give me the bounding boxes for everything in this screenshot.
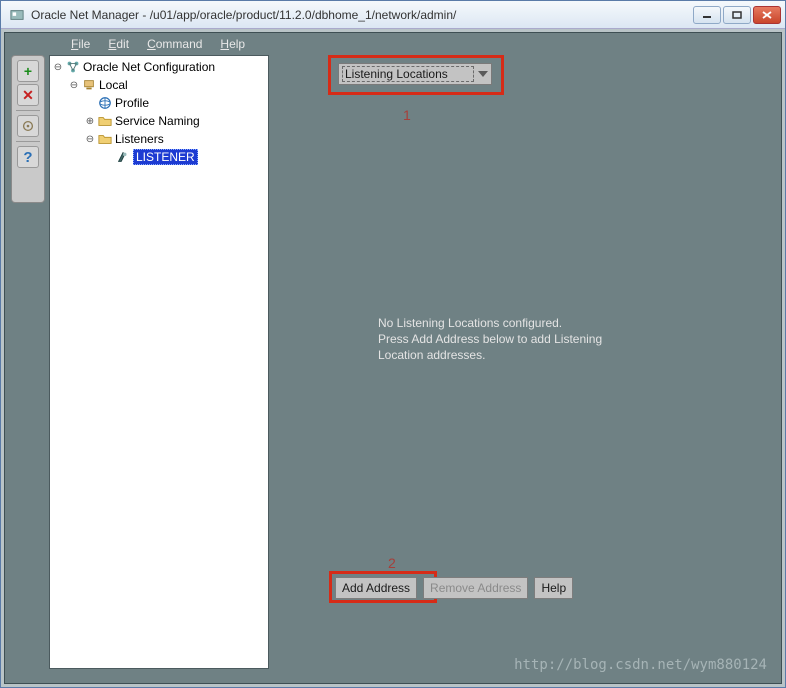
folder-icon (97, 131, 113, 147)
server-icon (81, 77, 97, 93)
window-controls (693, 6, 781, 24)
expand-icon[interactable]: ⊖ (52, 62, 64, 73)
tree-root-label: Oracle Net Configuration (83, 60, 215, 74)
globe-icon (97, 95, 113, 111)
close-button[interactable] (753, 6, 781, 24)
expand-icon[interactable]: ⊖ (68, 80, 80, 91)
tree-service-naming-label: Service Naming (115, 114, 200, 128)
tree-local[interactable]: ⊖ Local (52, 76, 266, 94)
delete-button[interactable]: ✕ (17, 84, 39, 106)
maximize-button[interactable] (723, 6, 751, 24)
detail-panel: Listening Locations 1 No Listening Locat… (273, 55, 781, 683)
listener-icon (115, 149, 131, 165)
add-button[interactable]: + (17, 60, 39, 82)
window-title: Oracle Net Manager - /u01/app/oracle/pro… (31, 8, 693, 22)
status-line-3: Location addresses. (378, 347, 602, 363)
status-text: No Listening Locations configured. Press… (378, 315, 602, 363)
dropdown-selected: Listening Locations (342, 66, 474, 82)
app-icon (9, 7, 25, 23)
tree-listener-item-label: LISTENER (133, 149, 198, 165)
client-area: File Edit Command Help + ✕ ? (4, 32, 782, 684)
inner-frame: File Edit Command Help + ✕ ? (1, 29, 785, 687)
watermark: http://blog.csdn.net/wym880124 (514, 657, 767, 673)
chevron-down-icon (478, 71, 488, 77)
config-tree[interactable]: ⊖ Oracle Net Configuration ⊖ Local (50, 56, 268, 168)
menu-file[interactable]: File (63, 35, 98, 53)
menu-help[interactable]: Help (212, 35, 253, 53)
remove-address-button: Remove Address (423, 577, 528, 599)
annotation-label-1: 1 (403, 107, 411, 123)
section-dropdown[interactable]: Listening Locations (338, 63, 492, 85)
annotation-label-2: 2 (388, 555, 396, 571)
toolbar-separator (16, 110, 40, 111)
tree-listeners-label: Listeners (115, 132, 164, 146)
section-selector-wrap: Listening Locations (338, 63, 492, 85)
network-icon (65, 59, 81, 75)
tree-listeners[interactable]: ⊖ Listeners (52, 130, 266, 148)
main-window: Oracle Net Manager - /u01/app/oracle/pro… (0, 0, 786, 688)
add-address-wrap: Add Address (329, 575, 423, 601)
tree-panel: ⊖ Oracle Net Configuration ⊖ Local (49, 55, 269, 669)
bottom-buttons: Add Address Remove Address Help (329, 575, 573, 601)
tree-profile-label: Profile (115, 96, 149, 110)
tree-root[interactable]: ⊖ Oracle Net Configuration (52, 58, 266, 76)
body-row: + ✕ ? ⊖ (5, 55, 781, 683)
toolbar-separator-2 (16, 141, 40, 142)
tree-service-naming[interactable]: ⊕ Service Naming (52, 112, 266, 130)
titlebar: Oracle Net Manager - /u01/app/oracle/pro… (1, 1, 785, 29)
help-button[interactable]: ? (17, 146, 39, 168)
expand-icon[interactable]: ⊕ (84, 116, 96, 127)
help-detail-button[interactable]: Help (534, 577, 573, 599)
menu-edit[interactable]: Edit (100, 35, 137, 53)
add-address-button[interactable]: Add Address (335, 577, 417, 599)
vertical-toolbar: + ✕ ? (11, 55, 45, 203)
expand-icon[interactable]: ⊖ (84, 134, 96, 145)
tree-profile[interactable]: Profile (52, 94, 266, 112)
status-line-2: Press Add Address below to add Listening (378, 331, 602, 347)
minimize-button[interactable] (693, 6, 721, 24)
tree-local-label: Local (99, 78, 128, 92)
tree-listener-item[interactable]: LISTENER (52, 148, 266, 166)
menu-command[interactable]: Command (139, 35, 210, 53)
status-line-1: No Listening Locations configured. (378, 315, 602, 331)
test-button[interactable] (17, 115, 39, 137)
folder-icon (97, 113, 113, 129)
menubar: File Edit Command Help (5, 33, 781, 55)
